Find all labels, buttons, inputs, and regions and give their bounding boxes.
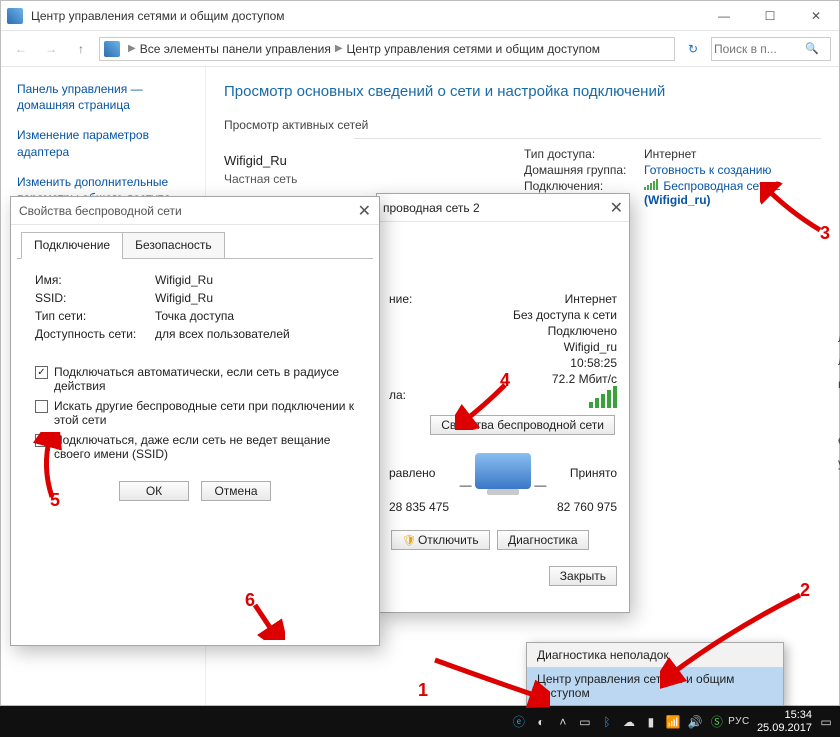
breadcrumb-seg-2[interactable]: Центр управления сетями и общим доступом [347, 42, 601, 56]
annotation-3: 3 [820, 223, 830, 244]
ipv6-value: Без доступа к сети [513, 308, 617, 322]
tray-clock[interactable]: 15:34 25.09.2017 [757, 709, 812, 733]
name-label: Имя: [35, 273, 155, 287]
ipv4-value: Интернет [565, 292, 617, 306]
tray-context-menu: Диагностика неполадок Центр управления с… [526, 642, 784, 706]
checkbox-auto-connect[interactable]: ✓Подключаться автоматически, если сеть в… [35, 365, 357, 393]
annotation-2: 2 [800, 580, 810, 601]
recv-label: Принято [552, 466, 617, 480]
tray-chevron-up-icon[interactable]: ˄ [555, 714, 571, 730]
close-icon[interactable]: ✕ [358, 201, 371, 221]
wireless-properties-button[interactable]: Свойства беспроводной сети [430, 415, 615, 435]
sidebar-home-link[interactable]: Панель управления — домашняя страница [17, 81, 195, 113]
network-name: Wifigid_Ru [224, 153, 524, 168]
close-icon[interactable]: ✕ [595, 198, 623, 218]
active-networks-label: Просмотр активных сетей [224, 118, 821, 132]
annotation-1: 1 [418, 680, 428, 701]
ssid-label: SSID: [35, 291, 155, 305]
duration-value: 10:58:25 [570, 356, 617, 370]
availability-label: Доступность сети: [35, 327, 155, 341]
tab-security[interactable]: Безопасность [122, 232, 225, 259]
app-icon [7, 8, 23, 24]
ok-button[interactable]: ОК [119, 481, 189, 501]
search-icon: 🔍 [802, 42, 822, 55]
tray-edge-icon[interactable]: ⓔ [511, 714, 527, 730]
breadcrumb-icon [104, 41, 120, 57]
chevron-right-icon: ▶ [335, 43, 343, 54]
disable-button[interactable]: 🛡Отключить [391, 530, 490, 550]
connection-link[interactable]: Беспроводная сеть 2 (Wifigid_ru) [644, 179, 781, 207]
annotation-4: 4 [500, 370, 510, 391]
navbar: ← → ↑ ▶ Все элементы панели управления ▶… [1, 31, 839, 67]
checkbox-look-other[interactable]: Искать другие беспроводные сети при подк… [35, 399, 357, 427]
divider [354, 138, 821, 139]
tray-battery-icon[interactable]: ▮ [643, 714, 659, 730]
breadcrumb-seg-1[interactable]: Все элементы панели управления [140, 42, 331, 56]
bytes-recv: 82 760 975 [503, 500, 617, 514]
tray-volume-icon[interactable]: 🔊 [687, 714, 703, 730]
chevron-right-icon: ▶ [128, 43, 136, 54]
tray-notifications-icon[interactable]: ▭ [818, 714, 834, 730]
signal-icon [589, 388, 617, 408]
ssid-value: Wifigid_ru [564, 340, 617, 354]
sent-label: равлено [389, 466, 454, 480]
ctx-network-center[interactable]: Центр управления сетями и общим доступом [527, 667, 783, 705]
close-button[interactable]: ✕ [793, 1, 839, 31]
annotation-5: 5 [50, 490, 60, 511]
wifi-properties-dialog: Свойства беспроводной сети ✕ Подключение… [10, 196, 380, 646]
refresh-button[interactable]: ↻ [681, 42, 705, 56]
checkbox-hidden-ssid[interactable]: ✓Подключаться, даже если сеть не ведет в… [35, 433, 357, 461]
status-dialog-title: проводная сеть 2 [383, 201, 480, 215]
search-box[interactable]: 🔍 [711, 37, 831, 61]
window-title: Центр управления сетями и общим доступом [31, 9, 701, 23]
taskbar: ⓔ ◐ ˄ ▭ ᛒ ☁ ▮ 📶 🔊 Ⓢ РУС 15:34 25.09.2017… [0, 706, 840, 737]
titlebar: Центр управления сетями и общим доступом… [1, 1, 839, 31]
name-value: Wifigid_Ru [155, 273, 213, 287]
breadcrumb[interactable]: ▶ Все элементы панели управления ▶ Центр… [99, 37, 675, 61]
forward-button[interactable]: → [39, 37, 63, 61]
access-type-label: Тип доступа: [524, 147, 644, 161]
tray-onedrive-icon[interactable]: ☁ [621, 714, 637, 730]
tray-lang[interactable]: РУС [731, 714, 747, 730]
page-heading: Просмотр основных сведений о сети и наст… [224, 83, 821, 100]
tray-chrome-icon[interactable]: ◐ [533, 714, 549, 730]
network-kind: Частная сеть [224, 172, 524, 186]
back-button[interactable]: ← [9, 37, 33, 61]
annotation-6: 6 [245, 590, 255, 611]
tray-monitor-icon[interactable]: ▭ [577, 714, 593, 730]
tray-skype-icon[interactable]: Ⓢ [709, 714, 725, 730]
nettype-value: Точка доступа [155, 309, 234, 323]
state-value: Подключено [548, 324, 617, 338]
up-button[interactable]: ↑ [69, 37, 93, 61]
shield-icon: 🛡 [402, 535, 416, 547]
wifi-icon [644, 180, 658, 190]
wifi-status-dialog: проводная сеть 2 ✕ ние:Интернет Без дост… [376, 193, 630, 613]
sidebar-adapter-link[interactable]: Изменение параметров адаптера [17, 127, 195, 159]
activity-icon: — — [454, 453, 553, 492]
bytes-sent: 28 835 475 [389, 500, 503, 514]
tray-bluetooth-icon[interactable]: ᛒ [599, 714, 615, 730]
nettype-label: Тип сети: [35, 309, 155, 323]
maximize-button[interactable]: ☐ [747, 1, 793, 31]
cancel-button[interactable]: Отмена [201, 481, 271, 501]
homegroup-label: Домашняя группа: [524, 163, 644, 177]
homegroup-link[interactable]: Готовность к созданию [644, 163, 771, 177]
tab-connection[interactable]: Подключение [21, 232, 123, 259]
diagnose-button[interactable]: Диагностика [497, 530, 589, 550]
close-button[interactable]: Закрыть [549, 566, 617, 586]
availability-value: для всех пользователей [155, 327, 290, 341]
ctx-troubleshoot[interactable]: Диагностика неполадок [527, 643, 783, 667]
tray-wifi-icon[interactable]: 📶 [665, 714, 681, 730]
props-dialog-title: Свойства беспроводной сети [19, 204, 182, 218]
ssid-value: Wifigid_Ru [155, 291, 213, 305]
speed-value: 72.2 Мбит/с [552, 372, 617, 386]
search-input[interactable] [712, 41, 802, 57]
access-type-value: Интернет [644, 147, 696, 161]
minimize-button[interactable]: — [701, 1, 747, 31]
